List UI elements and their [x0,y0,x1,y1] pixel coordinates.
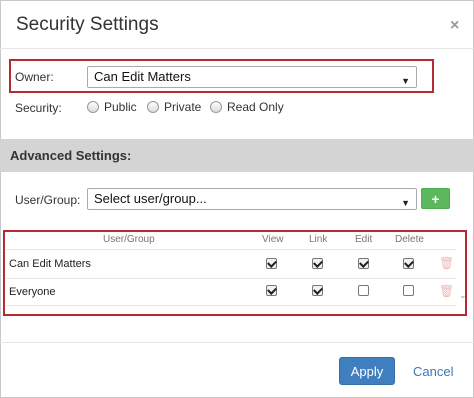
trash-icon[interactable]: 🗑 [439,256,454,270]
footer-divider [0,342,474,343]
plus-icon: + [431,191,440,207]
add-user-group-button[interactable]: + [421,188,450,209]
owner-select-value: Can Edit Matters [94,69,191,84]
chevron-down-icon: ▼ [401,76,410,86]
owner-select[interactable]: Can Edit Matters ▼ [87,66,417,88]
radio-private-label: Private [164,100,202,114]
checkbox-view[interactable] [266,258,277,269]
checkbox-edit[interactable] [358,258,369,269]
security-label: Security: [15,101,62,115]
cancel-link[interactable]: Cancel [413,364,453,379]
row-name: Can Edit Matters [9,258,91,270]
scroll-down-icon[interactable]: ⌄ [459,290,467,301]
row-name: Everyone [9,286,56,298]
header-divider [0,48,474,49]
checkbox-link[interactable] [312,258,323,269]
user-group-select[interactable]: Select user/group... ▼ [87,188,417,210]
checkbox-delete[interactable] [403,285,414,296]
dialog-title: Security Settings [16,14,159,35]
close-icon[interactable]: × [450,17,459,35]
column-header-view: View [262,234,284,245]
column-header-edit: Edit [355,234,373,245]
owner-label: Owner: [15,70,54,84]
table-row-divider [6,278,456,279]
column-header-delete: Delete [395,234,424,245]
checkbox-edit[interactable] [358,285,369,296]
column-header-link: Link [309,234,328,245]
advanced-settings-title: Advanced Settings: [10,148,132,163]
radio-public[interactable] [87,101,99,113]
chevron-down-icon: ▼ [401,198,410,208]
radio-read-only-label: Read Only [227,100,284,114]
table-row-divider [6,305,456,306]
radio-read-only[interactable] [210,101,222,113]
checkbox-link[interactable] [312,285,323,296]
radio-public-label: Public [104,100,137,114]
user-group-placeholder: Select user/group... [94,191,207,206]
radio-private[interactable] [147,101,159,113]
user-group-label: User/Group: [15,193,81,207]
checkbox-delete[interactable] [403,258,414,269]
trash-icon[interactable]: 🗑 [439,284,454,298]
apply-button[interactable]: Apply [339,357,395,385]
column-header-user-group: User/Group [103,234,155,245]
checkbox-view[interactable] [266,285,277,296]
table-header-divider [6,249,456,250]
